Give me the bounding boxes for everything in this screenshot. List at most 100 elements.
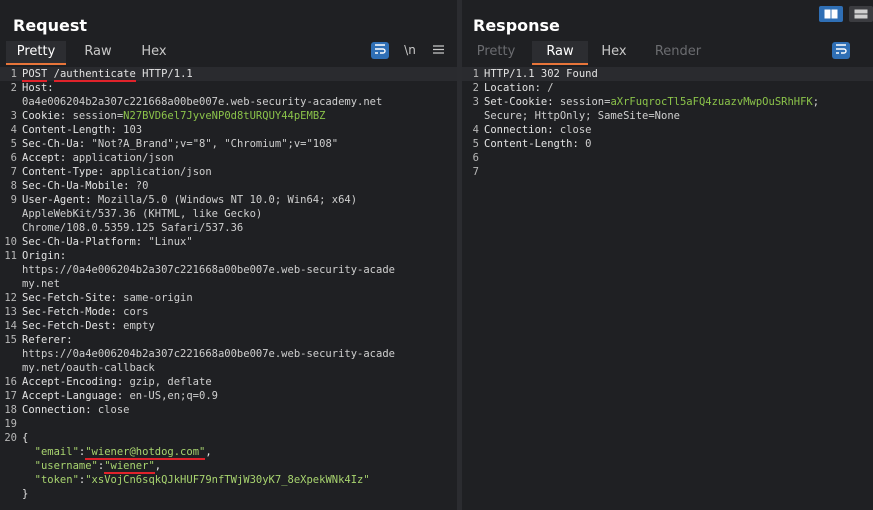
code-token: Referer: xyxy=(22,334,73,346)
line-number: 18 xyxy=(4,404,17,416)
response-tab-pretty[interactable]: Pretty xyxy=(466,41,526,65)
code-line: 4 Content-Length: 103 xyxy=(0,123,457,137)
line-number: 10 xyxy=(4,236,17,248)
response-tab-raw[interactable]: Raw xyxy=(532,41,588,65)
line-text: https://0a4e006204b2a307c221668a00be007e… xyxy=(22,263,395,277)
code-line: my.net xyxy=(0,277,457,291)
line-number: 7 xyxy=(472,166,479,178)
code-line: AppleWebKit/537.36 (KHTML, like Gecko) xyxy=(0,207,457,221)
layout-buttons xyxy=(819,6,873,24)
highlighted-token: POST xyxy=(22,68,48,82)
line-number: 16 xyxy=(4,376,17,388)
code-line: Secure; HttpOnly; SameSite=None xyxy=(462,109,873,123)
code-token: { xyxy=(22,432,29,444)
code-token: gzip, deflate xyxy=(129,376,212,388)
line-number xyxy=(0,95,22,109)
code-token: Sec-Ch-Ua-Mobile: xyxy=(22,180,136,192)
line-text: Host: xyxy=(22,81,54,95)
line-text: Accept-Encoding: gzip, deflate xyxy=(22,375,212,389)
code-token: close xyxy=(559,124,592,136)
code-line: 15 Referer: xyxy=(0,333,457,347)
code-token: Accept-Encoding: xyxy=(22,376,130,388)
code-line: 7 xyxy=(462,165,873,179)
code-token: / xyxy=(547,82,554,94)
code-line: Chrome/108.0.5359.125 Safari/537.36 xyxy=(0,221,457,235)
code-token: Sec-Fetch-Mode: xyxy=(22,306,124,318)
response-tab-render[interactable]: Render xyxy=(646,41,710,65)
request-tab-pretty[interactable]: Pretty xyxy=(6,41,66,65)
code-line: 19 xyxy=(0,417,457,431)
line-text: Sec-Fetch-Site: same-origin xyxy=(22,291,193,305)
code-token: https://0a4e006204b2a307c221668a00be007e… xyxy=(22,348,395,360)
response-pane: Response Pretty Raw Hex Render 1 HTTP/1.1… xyxy=(462,0,873,510)
code-line: 8 Sec-Ch-Ua-Mobile: ?0 xyxy=(0,179,457,193)
split-vertical-icon[interactable] xyxy=(849,6,873,22)
code-token: same-origin xyxy=(123,292,193,304)
line-text: HTTP/1.1 302 Found xyxy=(484,67,598,81)
request-tab-hex[interactable]: Hex xyxy=(130,41,178,65)
wrap-lines-icon[interactable] xyxy=(371,42,389,59)
line-number: 3 xyxy=(10,110,17,122)
line-text: Connection: close xyxy=(22,403,129,417)
response-editor[interactable]: 1 HTTP/1.1 302 Found 2 Location: / 3 Set-Cook… xyxy=(462,67,873,510)
code-token: HTTP/1.1 xyxy=(135,68,193,80)
line-number: 1 xyxy=(472,68,479,80)
code-token: , xyxy=(154,460,162,472)
line-number: 13 xyxy=(4,306,17,318)
code-token: 103 xyxy=(123,124,143,136)
line-number: 8 xyxy=(10,180,17,192)
code-line: 0a4e006204b2a307c221668a00be007e.web-sec… xyxy=(0,95,457,109)
menu-icon[interactable] xyxy=(429,42,447,59)
line-text: my.net/oauth-callback xyxy=(22,361,155,375)
line-number xyxy=(0,473,22,487)
code-token: Sec-Ch-Ua: xyxy=(22,138,92,150)
line-text: Sec-Fetch-Mode: cors xyxy=(22,305,148,319)
line-text: Chrome/108.0.5359.125 Safari/537.36 xyxy=(22,221,243,235)
wrap-lines-icon[interactable] xyxy=(832,42,850,59)
line-text: Accept-Language: en-US,en;q=0.9 xyxy=(22,389,218,403)
line-text: Origin: xyxy=(22,249,66,263)
code-line: 20 { xyxy=(0,431,457,445)
code-token: AppleWebKit/537.36 (KHTML, like Gecko) xyxy=(22,208,263,220)
code-token: Content-Type: xyxy=(22,166,111,178)
code-line: 3 Cookie: session=N27BVD6el7JyveNP0d8tURQ… xyxy=(0,109,457,123)
line-number: 12 xyxy=(4,292,17,304)
code-token: aXrFuqrocTl5aFQ4zuazvMwpOuSRhHFK xyxy=(610,96,813,108)
code-token: Sec-Fetch-Site: xyxy=(22,292,124,304)
code-line: 6 Accept: application/json xyxy=(0,151,457,165)
code-token: session xyxy=(559,96,605,108)
response-tab-hex[interactable]: Hex xyxy=(590,41,638,65)
line-number xyxy=(0,347,22,361)
line-text: https://0a4e006204b2a307c221668a00be007e… xyxy=(22,347,395,361)
split-horizontal-icon[interactable] xyxy=(819,6,843,22)
code-line: 5 Sec-Ch-Ua: "Not?A_Brand";v="8", "Chromi… xyxy=(0,137,457,151)
code-token: Connection: xyxy=(22,404,98,416)
highlighted-token: /authenticate xyxy=(53,68,136,82)
line-text: Location: / xyxy=(484,81,554,95)
code-line: 14 Sec-Fetch-Dest: empty xyxy=(0,319,457,333)
line-text: AppleWebKit/537.36 (KHTML, like Gecko) xyxy=(22,207,262,221)
request-tab-raw[interactable]: Raw xyxy=(74,41,122,65)
code-line: "username":"wiener", xyxy=(0,459,457,474)
line-text: { xyxy=(22,431,28,445)
code-line: 2 Location: / xyxy=(462,81,873,95)
newline-toggle-button[interactable]: \n xyxy=(401,42,419,59)
code-token: Host: xyxy=(22,82,54,94)
highlighted-token: "wiener@hotdog.com" xyxy=(85,446,206,460)
request-title: Request xyxy=(13,16,88,35)
line-number xyxy=(0,487,22,501)
code-token: Connection: xyxy=(484,124,560,136)
code-token: close xyxy=(97,404,130,416)
request-editor[interactable]: 1 POST /authenticate HTTP/1.1 2 Host: 0a4e00… xyxy=(0,67,457,510)
code-token: Content-Length: xyxy=(22,124,124,136)
code-token: Cookie: xyxy=(22,110,73,122)
code-token: session xyxy=(72,110,117,122)
code-token: Sec-Fetch-Dest: xyxy=(22,320,124,332)
code-token: Sec-Ch-Ua-Platform: xyxy=(22,236,149,248)
code-token: "token" xyxy=(22,474,79,486)
line-number xyxy=(0,263,22,277)
code-token: "username" xyxy=(22,460,98,472)
code-token: Accept-Language: xyxy=(22,390,130,402)
line-number xyxy=(0,277,22,291)
request-pane: Request Pretty Raw Hex \n 1 POST /authent… xyxy=(0,0,457,510)
